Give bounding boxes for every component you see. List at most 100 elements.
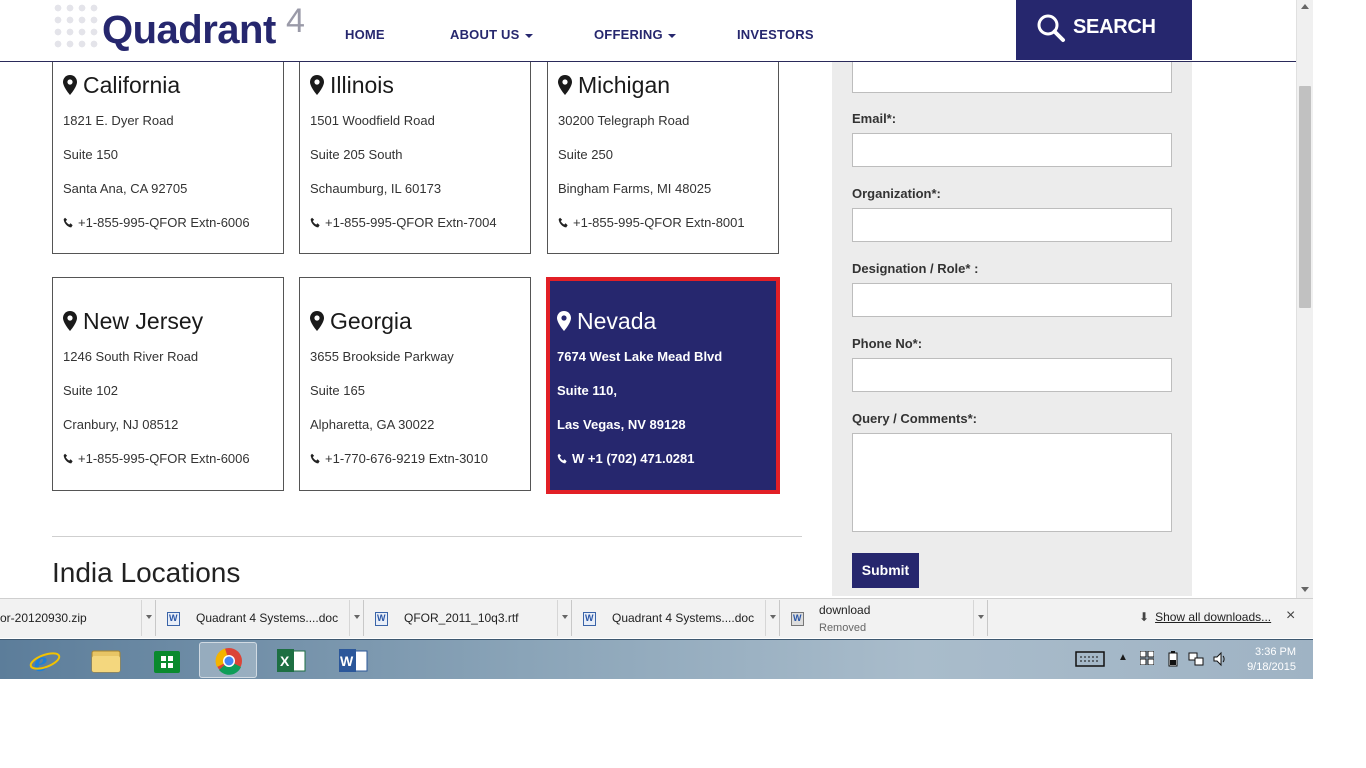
close-downloads-bar-icon[interactable]: ×: [1286, 607, 1295, 625]
contact-form: Email*: Organization*: Designation / Rol…: [832, 60, 1192, 596]
location-card-new-jersey: New Jersey 1246 South River Road Suite 1…: [52, 277, 284, 491]
phone-line: +1-770-676-9219 Extn-3010: [310, 451, 488, 466]
location-card-michigan: Michigan 30200 Telegraph Road Suite 250 …: [547, 45, 779, 254]
map-marker-icon: [310, 311, 324, 331]
page-scrollbar[interactable]: [1296, 0, 1313, 598]
phone-number: +1-855-995-QFOR Extn-6006: [78, 451, 250, 466]
show-hidden-icons-chevron-icon[interactable]: ▲: [1118, 652, 1128, 663]
show-all-downloads-link[interactable]: ⬇ Show all downloads...: [1139, 610, 1271, 624]
phone-line: +1-855-995-QFOR Extn-7004: [310, 215, 497, 230]
caret-down-icon: [667, 33, 676, 38]
nav-investors[interactable]: INVESTORS: [737, 27, 814, 42]
address-line-2: Suite 165: [310, 383, 365, 398]
address-line-3: Santa Ana, CA 92705: [63, 181, 188, 196]
network-glyph: [1188, 652, 1204, 666]
download-menu-chevron-icon[interactable]: [349, 600, 363, 636]
scroll-up-arrow-icon[interactable]: [1301, 4, 1309, 9]
scroll-down-arrow-icon[interactable]: [1301, 587, 1309, 592]
phone-line: +1-855-995-QFOR Extn-6006: [63, 215, 250, 230]
location-card-georgia: Georgia 3655 Brookside Parkway Suite 165…: [299, 277, 531, 491]
phone-field[interactable]: [852, 358, 1172, 392]
volume-icon[interactable]: [1212, 651, 1228, 670]
card-state-title: Nevada: [557, 308, 656, 335]
location-card-california: California 1821 E. Dyer Road Suite 150 S…: [52, 45, 284, 254]
designation-label: Designation / Role* :: [852, 261, 979, 276]
address-line-2: Suite 102: [63, 383, 118, 398]
card-state-title: California: [63, 72, 180, 99]
address-line-2: Suite 205 South: [310, 147, 403, 162]
word-doc-icon: [583, 612, 596, 626]
phone-label: Phone No*:: [852, 336, 923, 351]
address-line-1: 7674 West Lake Mead Blvd: [557, 349, 723, 364]
phone-icon: [310, 453, 320, 464]
quadrant4-logo[interactable]: Quadrant 4: [52, 2, 312, 58]
address-line-1: 30200 Telegraph Road: [558, 113, 690, 128]
card-state-title: Georgia: [310, 308, 412, 335]
search-icon: [1037, 14, 1065, 42]
logo-dots-graphic: [52, 2, 100, 48]
nav-offering[interactable]: OFFERING: [594, 27, 676, 42]
nav-investors-label: INVESTORS: [737, 27, 814, 42]
action-center-flag-icon[interactable]: [1139, 650, 1155, 668]
state-name: California: [83, 72, 181, 98]
address-line-1: 1246 South River Road: [63, 349, 199, 364]
rtf-doc-icon: [375, 612, 388, 626]
nav-home[interactable]: HOME: [345, 27, 385, 42]
show-all-label: Show all downloads...: [1155, 610, 1272, 624]
state-name: New Jersey: [83, 308, 204, 334]
query-textarea[interactable]: [852, 433, 1172, 532]
phone-icon: [310, 217, 320, 228]
search-button[interactable]: SEARCH: [1016, 0, 1192, 60]
internet-explorer-button[interactable]: e: [16, 642, 74, 678]
designation-field[interactable]: [852, 283, 1172, 317]
download-item[interactable]: Quadrant 4 Systems....doc: [159, 600, 364, 636]
windows-taskbar: e X W ▲ 3:36 PM 9/18/2015: [0, 639, 1313, 679]
map-marker-icon: [557, 311, 571, 331]
phone-icon: [557, 453, 567, 464]
excel-button[interactable]: X: [262, 642, 320, 678]
submit-button[interactable]: Submit: [852, 553, 919, 588]
system-clock[interactable]: 3:36 PM 9/18/2015: [1244, 645, 1296, 675]
state-name: Nevada: [577, 308, 657, 334]
download-menu-chevron-icon[interactable]: [973, 600, 987, 636]
nav-offering-label: OFFERING: [594, 27, 663, 42]
battery-icon[interactable]: [1168, 651, 1178, 670]
phone-line: W +1 (702) 471.0281: [557, 451, 695, 466]
download-menu-chevron-icon[interactable]: [141, 600, 155, 636]
download-item[interactable]: QFOR_2011_10q3.rtf: [367, 600, 572, 636]
keyboard-glyph: [1075, 651, 1105, 667]
card-state-title: New Jersey: [63, 308, 203, 335]
location-card-illinois: Illinois 1501 Woodfield Road Suite 205 S…: [299, 45, 531, 254]
phone-number: +1-855-995-QFOR Extn-7004: [325, 215, 497, 230]
name-field[interactable]: [852, 60, 1172, 93]
store-bag-icon: [154, 651, 180, 673]
state-name: Illinois: [330, 72, 394, 98]
nav-about-label: ABOUT US: [450, 27, 520, 42]
windows-store-button[interactable]: [138, 642, 196, 678]
chrome-button[interactable]: [199, 642, 257, 678]
download-filename: download: [819, 603, 871, 617]
download-menu-chevron-icon[interactable]: [765, 600, 779, 636]
download-item-removed[interactable]: download Removed: [783, 600, 988, 636]
address-line-2: Suite 110,: [557, 383, 617, 398]
scrollbar-thumb[interactable]: [1299, 86, 1311, 308]
download-filename: Quadrant 4 Systems....doc: [612, 611, 755, 625]
phone-line: +1-855-995-QFOR Extn-6006: [63, 451, 250, 466]
internet-explorer-icon: e: [29, 645, 61, 678]
phone-line: +1-855-995-QFOR Extn-8001: [558, 215, 745, 230]
nav-about-us[interactable]: ABOUT US: [450, 27, 533, 42]
card-state-title: Michigan: [558, 72, 670, 99]
phone-icon: [63, 453, 73, 464]
email-field[interactable]: [852, 133, 1172, 167]
file-explorer-button[interactable]: [77, 642, 135, 678]
network-icon[interactable]: [1188, 651, 1204, 670]
download-item[interactable]: or-20120930.zip: [0, 600, 156, 636]
map-marker-icon: [558, 75, 572, 95]
nav-home-label: HOME: [345, 27, 385, 42]
organization-field[interactable]: [852, 208, 1172, 242]
download-item[interactable]: Quadrant 4 Systems....doc: [575, 600, 780, 636]
touch-keyboard-icon[interactable]: [1075, 650, 1105, 671]
download-menu-chevron-icon[interactable]: [557, 600, 571, 636]
word-button[interactable]: W: [324, 642, 382, 678]
phone-icon: [63, 217, 73, 228]
